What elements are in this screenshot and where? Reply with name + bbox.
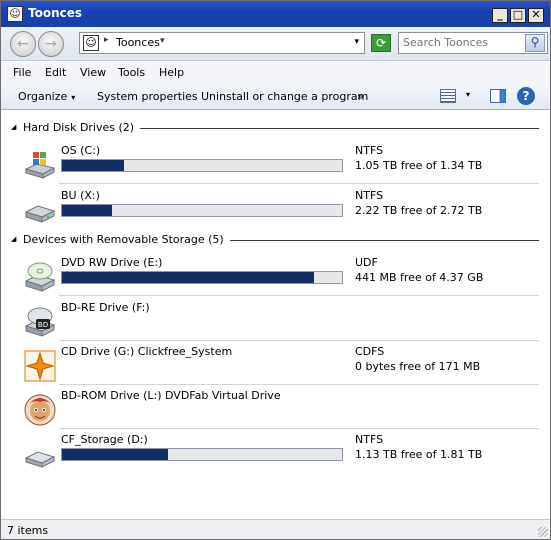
explorer-window: ☺ Toonces _ □ ✕ ← → ☺ ▸ Toonces ▾ ▾ ⟳ ⚲ … xyxy=(0,0,551,540)
menu-view[interactable]: View xyxy=(80,66,106,79)
drive-item[interactable]: BD BD-RE Drive (F:) xyxy=(19,301,539,345)
chevron-down-icon: ▾ xyxy=(71,93,76,102)
free-space: 441 MB free of 4.37 GB xyxy=(355,271,484,284)
group-removable-storage[interactable]: ◢ Devices with Removable Storage (5) xyxy=(11,233,539,249)
dvd-drive-icon xyxy=(24,262,56,292)
title-bar[interactable]: ☺ Toonces _ □ ✕ xyxy=(1,1,550,27)
address-dropdown-button[interactable]: ▾ xyxy=(354,37,359,47)
uninstall-program-button[interactable]: Uninstall or change a program xyxy=(201,90,368,103)
free-space: 1.13 TB free of 1.81 TB xyxy=(355,448,483,461)
maximize-button[interactable]: □ xyxy=(510,8,526,23)
drive-item[interactable]: CD Drive (G:) Clickfree_System CDFS 0 by… xyxy=(19,345,539,389)
file-system: NTFS xyxy=(355,144,384,157)
usage-fill xyxy=(62,449,169,460)
group-label: Devices with Removable Storage (5) xyxy=(23,233,230,246)
usage-fill xyxy=(62,205,113,216)
preview-pane-icon[interactable] xyxy=(490,89,506,103)
address-field[interactable]: ☺ ▸ Toonces ▾ ▾ xyxy=(79,32,365,54)
breadcrumb-dropdown[interactable]: ▾ xyxy=(160,36,165,46)
drive-name: OS (C:) xyxy=(61,144,101,157)
drive-item[interactable]: BU (X:) NTFS 2.22 TB free of 2.72 TB xyxy=(19,189,539,233)
window-title: Toonces xyxy=(28,6,83,20)
change-view-icon[interactable] xyxy=(440,89,456,103)
file-system: CDFS xyxy=(355,345,385,358)
free-space: 2.22 TB free of 2.72 TB xyxy=(355,204,483,217)
system-properties-button[interactable]: System properties xyxy=(97,90,198,103)
help-icon[interactable]: ? xyxy=(517,87,535,105)
drive-name: DVD RW Drive (E:) xyxy=(61,256,163,269)
menu-file[interactable]: File xyxy=(13,66,31,79)
drive-usage-bar xyxy=(61,204,343,217)
address-bar-area: ← → ☺ ▸ Toonces ▾ ▾ ⟳ ⚲ xyxy=(1,27,550,61)
file-system: UDF xyxy=(355,256,378,269)
organize-button[interactable]: Organize ▾ xyxy=(18,90,75,103)
breadcrumb-toonces[interactable]: Toonces xyxy=(116,36,160,49)
menu-bar: File Edit View Tools Help xyxy=(1,62,550,84)
free-space: 1.05 TB free of 1.34 TB xyxy=(355,159,483,172)
drives-list: ◢ Hard Disk Drives (2) OS (C:) NTFS 1.05… xyxy=(1,111,550,519)
usage-fill xyxy=(62,272,314,283)
collapse-triangle-icon[interactable]: ◢ xyxy=(11,123,16,131)
search-input[interactable] xyxy=(403,36,521,49)
file-system: NTFS xyxy=(355,189,384,202)
resize-grip-icon[interactable] xyxy=(538,527,548,537)
group-hard-disk-drives[interactable]: ◢ Hard Disk Drives (2) xyxy=(11,121,539,137)
location-icon: ☺ xyxy=(83,35,99,51)
drive-name: BD-ROM Drive (L:) DVDFab Virtual Drive xyxy=(61,389,281,402)
row-divider xyxy=(59,340,539,341)
back-button[interactable]: ← xyxy=(10,31,36,57)
drive-item[interactable]: DVD RW Drive (E:) UDF 441 MB free of 4.3… xyxy=(19,256,539,300)
menu-help[interactable]: Help xyxy=(159,66,184,79)
drive-item[interactable]: OS (C:) NTFS 1.05 TB free of 1.34 TB xyxy=(19,144,539,188)
menu-tools[interactable]: Tools xyxy=(118,66,145,79)
row-divider xyxy=(59,428,539,429)
svg-text:BD: BD xyxy=(38,321,48,329)
collapse-triangle-icon[interactable]: ◢ xyxy=(11,235,16,243)
bd-drive-icon: BD xyxy=(24,307,56,337)
search-box[interactable]: ⚲ xyxy=(398,32,548,54)
view-options-dropdown[interactable]: ▾ xyxy=(466,90,470,99)
usage-fill xyxy=(62,160,124,171)
windows-drive-icon xyxy=(24,152,56,179)
drive-name: BD-RE Drive (F:) xyxy=(61,301,150,314)
organize-label: Organize xyxy=(18,90,68,103)
refresh-button[interactable]: ⟳ xyxy=(371,34,391,52)
dvdfab-icon xyxy=(24,394,56,426)
free-space: 0 bytes free of 171 MB xyxy=(355,360,481,373)
drive-usage-bar xyxy=(61,159,343,172)
hard-drive-icon xyxy=(24,205,56,223)
folder-icon: ☺ xyxy=(7,6,23,22)
command-bar: Organize ▾ System properties Uninstall or… xyxy=(1,84,550,110)
search-icon[interactable]: ⚲ xyxy=(525,34,545,52)
item-count: 7 items xyxy=(7,524,49,537)
drive-name: BU (X:) xyxy=(61,189,100,202)
minimize-button[interactable]: _ xyxy=(492,8,508,23)
menu-edit[interactable]: Edit xyxy=(45,66,66,79)
row-divider xyxy=(59,183,539,184)
file-system: NTFS xyxy=(355,433,384,446)
drive-usage-bar xyxy=(61,271,343,284)
flash-drive-icon xyxy=(24,451,56,468)
breadcrumb-separator[interactable]: ▸ xyxy=(104,35,109,45)
row-divider xyxy=(59,384,539,385)
drive-name: CD Drive (G:) Clickfree_System xyxy=(61,345,233,358)
drive-item[interactable]: CF_Storage (D:) NTFS 1.13 TB free of 1.8… xyxy=(19,433,539,477)
status-bar: 7 items xyxy=(1,519,550,539)
drive-usage-bar xyxy=(61,448,343,461)
group-label: Hard Disk Drives (2) xyxy=(23,121,141,134)
row-divider xyxy=(59,295,539,296)
clickfree-icon xyxy=(24,350,56,382)
more-commands-button[interactable]: » xyxy=(357,90,364,103)
close-button[interactable]: ✕ xyxy=(528,8,544,23)
forward-button[interactable]: → xyxy=(38,31,64,57)
drive-item[interactable]: BD-ROM Drive (L:) DVDFab Virtual Drive xyxy=(19,389,539,433)
drive-name: CF_Storage (D:) xyxy=(61,433,148,446)
